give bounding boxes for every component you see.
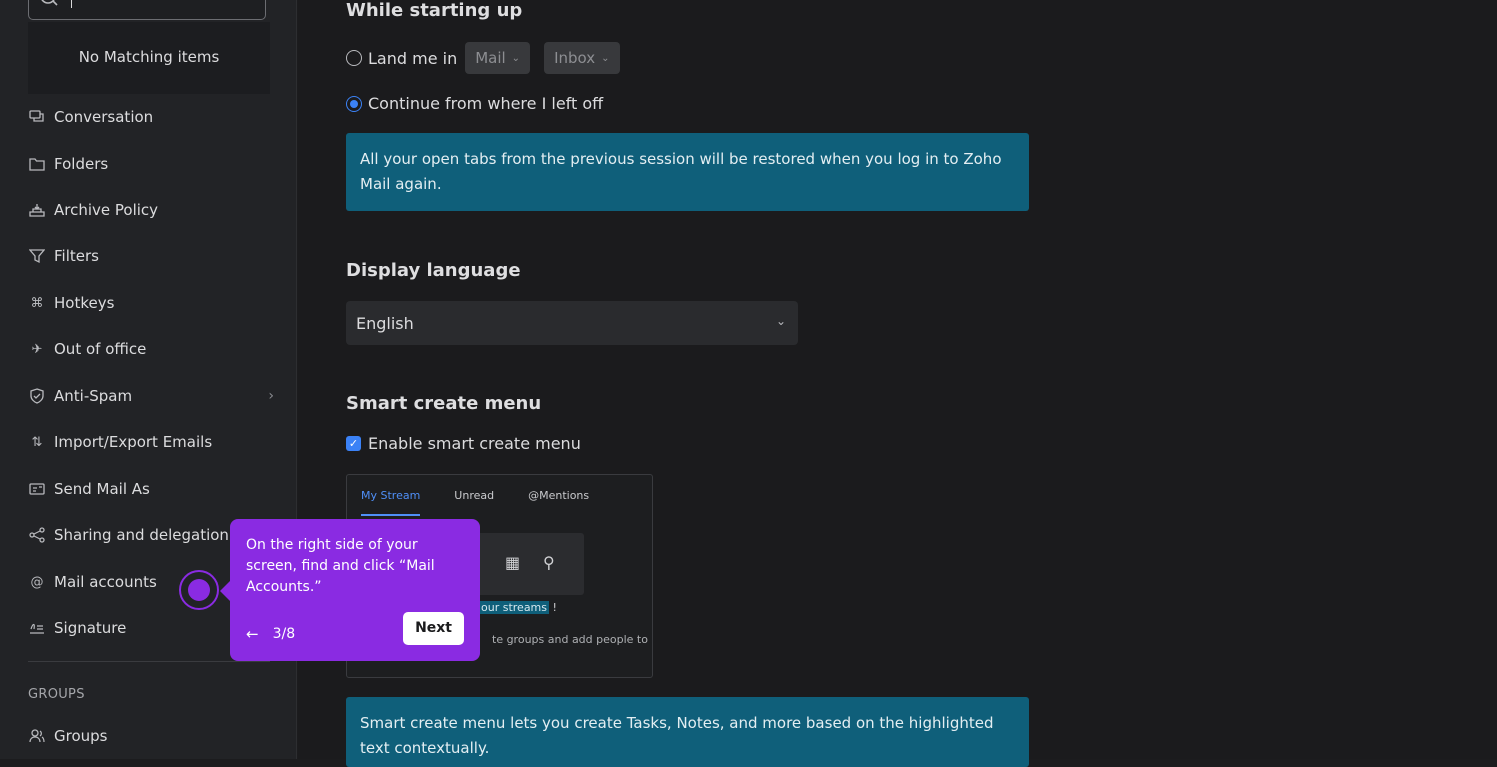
sidebar-item-label: Sharing and delegation	[54, 526, 229, 544]
plane-icon: ✈	[31, 341, 43, 357]
tooltip-text: On the right side of your screen, find a…	[246, 537, 435, 595]
sidebar-item-conversation[interactable]: Conversation	[28, 105, 274, 129]
smart-menu-info-box: Smart create menu lets you create Tasks,…	[346, 697, 1029, 767]
sidebar-item-send-mail-as[interactable]: Send Mail As	[28, 477, 274, 501]
preview-tab: Unread	[454, 489, 495, 502]
signature-icon	[28, 619, 46, 637]
groups-icon	[28, 727, 46, 745]
sidebar-item-label: Archive Policy	[54, 201, 159, 219]
chevron-down-icon: ⌄	[775, 314, 786, 328]
continue-label: Continue from where I left off	[368, 94, 604, 113]
shield-icon	[28, 387, 46, 405]
text-caret	[71, 0, 72, 8]
search-icon	[39, 0, 59, 12]
sidebar-item-label: Filters	[54, 247, 99, 265]
sidebar-item-label: Signature	[54, 619, 127, 637]
sidebar-item-archive-policy[interactable]: Archive Policy	[28, 198, 274, 222]
sidebar-item-label: Import/Export Emails	[54, 433, 213, 451]
search-input[interactable]	[28, 0, 266, 20]
chevron-down-icon: ⌄	[601, 52, 610, 64]
smart-menu-checkbox-label: Enable smart create menu	[368, 434, 581, 453]
preview-tab: @Mentions	[528, 489, 590, 502]
at-icon: @	[30, 574, 44, 590]
import-export-icon: ⇅	[31, 434, 43, 450]
land-me-in-label: Land me in	[368, 48, 458, 68]
language-section-title: Display language	[346, 260, 521, 281]
archive-icon	[28, 201, 46, 219]
tooltip-nav: ← 3/8	[246, 624, 295, 645]
guide-tooltip: On the right side of your screen, find a…	[220, 519, 480, 661]
back-arrow-icon[interactable]: ←	[246, 624, 259, 645]
sidebar-item-groups[interactable]: Groups	[28, 724, 274, 748]
sidebar-item-import-export[interactable]: ⇅ Import/Export Emails	[28, 430, 274, 454]
sidebar-item-hotkeys[interactable]: ⌘ Hotkeys	[28, 291, 274, 315]
preview-highlight: our streams	[479, 601, 549, 614]
folder-select[interactable]: Inbox ⌄	[544, 42, 620, 74]
sidebar-item-anti-spam[interactable]: Anti-Spam ›	[28, 384, 274, 408]
filter-icon	[28, 247, 46, 265]
app-select[interactable]: Mail ⌄	[465, 42, 531, 74]
groups-heading: GROUPS	[28, 687, 85, 702]
smart-menu-checkbox[interactable]: ✓	[346, 436, 361, 451]
preview-highlight-suffix: !	[549, 601, 557, 614]
sidebar-item-label: Out of office	[54, 340, 147, 358]
startup-info-box: All your open tabs from the previous ses…	[346, 133, 1029, 211]
guide-beacon[interactable]	[179, 570, 219, 610]
chevron-down-icon: ⌄	[511, 52, 521, 64]
no-matching-items-text: No Matching items	[28, 22, 270, 94]
share-icon	[28, 526, 46, 544]
smart-menu-section-title: Smart create menu	[346, 393, 542, 414]
preview-highlight-text: our streams !	[479, 601, 557, 614]
next-button[interactable]: Next	[403, 612, 464, 645]
land-me-in-radio[interactable]	[346, 50, 362, 66]
sidebar-item-label: Hotkeys	[54, 294, 115, 312]
sidebar-item-filters[interactable]: Filters	[28, 244, 274, 268]
sidebar-item-label: Conversation	[54, 108, 154, 126]
tooltip-step: 3/8	[272, 626, 296, 642]
land-me-in-option[interactable]: Land me in Mail ⌄ Inbox ⌄	[346, 42, 620, 74]
sidebar-item-label: Mail accounts	[54, 573, 157, 591]
conversation-icon	[28, 108, 46, 126]
preview-sub-text: te groups and add people to	[492, 633, 648, 646]
send-as-icon	[28, 480, 46, 498]
smart-menu-option[interactable]: ✓ Enable smart create menu	[346, 434, 581, 453]
sidebar-item-label: Folders	[54, 155, 109, 173]
startup-section-title: While starting up	[346, 0, 523, 21]
folder-icon	[28, 155, 46, 173]
preview-tabs: My Stream Unread @Mentions	[361, 489, 623, 516]
sidebar-item-label: Anti-Spam	[54, 387, 133, 405]
continue-option[interactable]: Continue from where I left off	[346, 94, 603, 113]
preview-tab: My Stream	[361, 489, 421, 516]
folder-select-value: Inbox	[554, 49, 596, 67]
app-select-value: Mail	[475, 49, 506, 67]
sidebar-item-label: Send Mail As	[54, 480, 150, 498]
calendar-icon: ▦	[505, 553, 521, 572]
language-select-value: English	[356, 313, 414, 333]
language-select[interactable]: English ⌄	[346, 301, 798, 345]
command-icon: ⌘	[30, 295, 44, 311]
search-icon: ⚲	[543, 553, 555, 572]
continue-radio[interactable]	[346, 95, 362, 112]
sidebar-item-out-of-office[interactable]: ✈ Out of office	[28, 337, 274, 361]
sidebar-item-label: Groups	[54, 727, 108, 745]
sidebar-divider	[28, 661, 270, 662]
chevron-right-icon: ›	[268, 388, 274, 404]
sidebar-item-folders[interactable]: Folders	[28, 152, 274, 176]
